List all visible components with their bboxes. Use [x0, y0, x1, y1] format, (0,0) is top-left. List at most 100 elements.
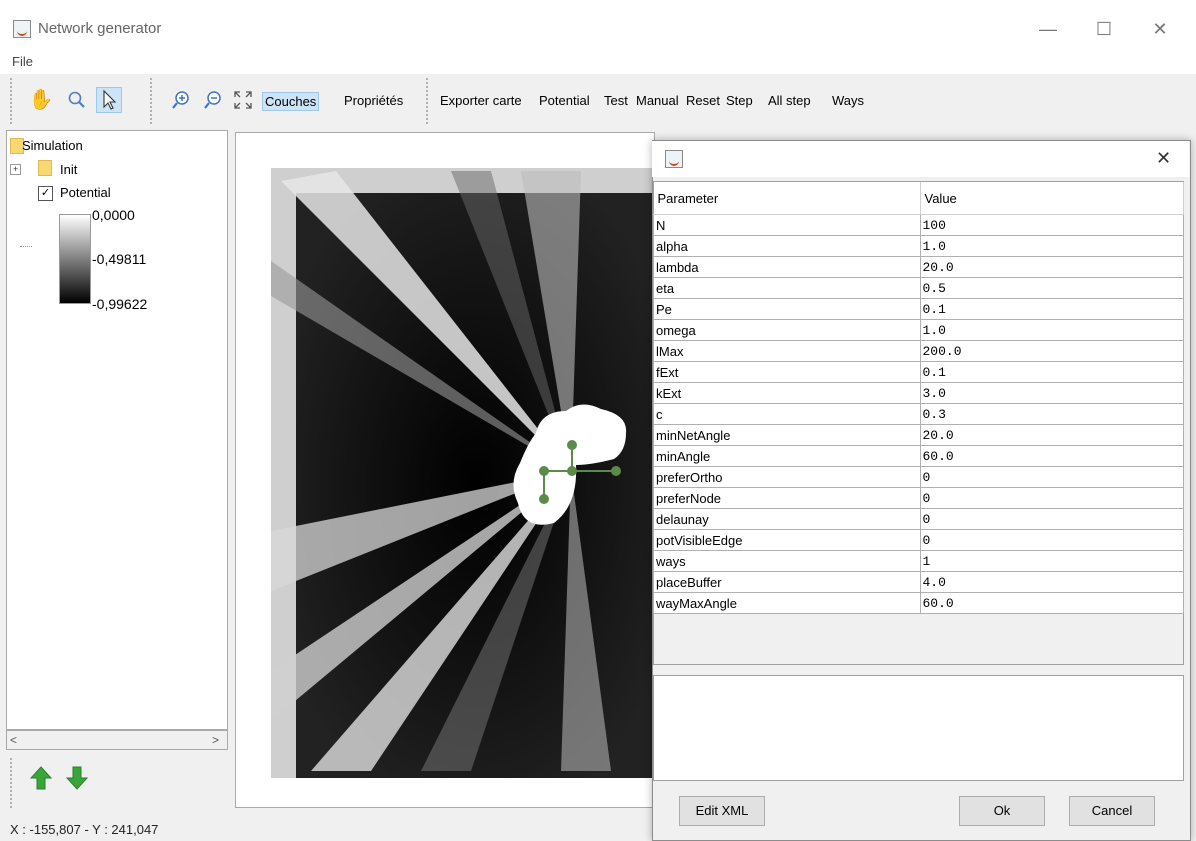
table-row[interactable]: ways 1	[653, 550, 1184, 572]
expand-icon[interactable]: +	[10, 164, 21, 175]
parameter-value-cell[interactable]: 0	[919, 529, 1184, 551]
parameter-name-cell[interactable]: lMax	[653, 340, 921, 362]
table-row[interactable]: lMax 200.0	[653, 340, 1184, 362]
table-row[interactable]: delaunay 0	[653, 508, 1184, 530]
toolbar-grip[interactable]	[150, 78, 156, 124]
column-header-value[interactable]: Value	[920, 182, 1184, 215]
table-row[interactable]: kExt 3.0	[653, 382, 1184, 404]
table-row[interactable]: alpha 1.0	[653, 235, 1184, 257]
zoom-in-icon[interactable]	[168, 87, 194, 113]
table-row[interactable]: N 100	[653, 214, 1184, 236]
table-row[interactable]: minAngle 60.0	[653, 445, 1184, 467]
manual-button[interactable]: Manual	[634, 92, 681, 109]
parameter-name-cell[interactable]: potVisibleEdge	[653, 529, 921, 551]
move-up-arrow-icon[interactable]	[29, 766, 53, 793]
toolbar-grip[interactable]	[10, 78, 16, 124]
parameter-name-cell[interactable]: minAngle	[653, 445, 921, 467]
parameter-name-cell[interactable]: wayMaxAngle	[653, 592, 921, 614]
panel-grip[interactable]	[10, 758, 16, 808]
parameter-value-cell[interactable]: 20.0	[919, 424, 1184, 446]
table-row[interactable]: preferNode 0	[653, 487, 1184, 509]
parameter-value-cell[interactable]: 3.0	[919, 382, 1184, 404]
parameter-value-cell[interactable]: 0.5	[919, 277, 1184, 299]
table-row[interactable]: minNetAngle 20.0	[653, 424, 1184, 446]
table-row[interactable]: potVisibleEdge 0	[653, 529, 1184, 551]
parameter-value-cell[interactable]: 1.0	[919, 319, 1184, 341]
parameter-value-cell[interactable]: 1	[919, 550, 1184, 572]
export-map-button[interactable]: Exporter carte	[438, 92, 524, 109]
close-icon[interactable]: ✕	[1148, 18, 1172, 40]
tree-node-potential[interactable]: Potential	[60, 185, 111, 200]
horizontal-scrollbar[interactable]	[6, 730, 228, 750]
tree-node-init[interactable]: Init	[60, 162, 77, 177]
parameter-name-cell[interactable]: lambda	[653, 256, 921, 278]
fit-extent-icon[interactable]	[230, 87, 256, 113]
parameter-name-cell[interactable]: placeBuffer	[653, 571, 921, 593]
parameter-value-cell[interactable]: 60.0	[919, 592, 1184, 614]
parameters-table[interactable]: Parameter Value N 100 alpha 1.0 lambda 20.0 et…	[653, 182, 1184, 614]
table-row[interactable]: Pe 0.1	[653, 298, 1184, 320]
all-step-button[interactable]: All step	[766, 92, 813, 109]
table-row[interactable]: eta 0.5	[653, 277, 1184, 299]
cancel-button[interactable]: Cancel	[1069, 796, 1155, 826]
parameter-name-cell[interactable]: Pe	[653, 298, 921, 320]
parameter-name-cell[interactable]: preferNode	[653, 487, 921, 509]
dialog-close-icon[interactable]: ✕	[1156, 148, 1171, 169]
parameter-value-cell[interactable]: 0.1	[919, 361, 1184, 383]
toolbar-grip[interactable]	[426, 78, 432, 124]
move-down-arrow-icon[interactable]	[65, 766, 89, 793]
step-button[interactable]: Step	[724, 92, 755, 109]
parameter-name-cell[interactable]: alpha	[653, 235, 921, 257]
parameter-name-cell[interactable]: kExt	[653, 382, 921, 404]
parameter-value-cell[interactable]: 0	[919, 508, 1184, 530]
layer-checkbox[interactable]: ✓	[38, 186, 53, 201]
table-row[interactable]: placeBuffer 4.0	[653, 571, 1184, 593]
parameter-value-cell[interactable]: 200.0	[919, 340, 1184, 362]
potential-button[interactable]: Potential	[537, 92, 592, 109]
proprietes-button[interactable]: Propriétés	[342, 92, 405, 109]
xml-text-area[interactable]	[653, 675, 1184, 781]
table-row[interactable]: preferOrtho 0	[653, 466, 1184, 488]
edit-xml-button[interactable]: Edit XML	[679, 796, 765, 826]
tree-node-simulation[interactable]: Simulation	[22, 138, 83, 153]
pan-hand-icon[interactable]: ✋	[28, 87, 54, 113]
ways-button[interactable]: Ways	[830, 92, 866, 109]
maximize-icon[interactable]: ☐	[1092, 18, 1116, 40]
parameter-name-cell[interactable]: c	[653, 403, 921, 425]
parameter-value-cell[interactable]: 100	[919, 214, 1184, 236]
parameter-name-cell[interactable]: delaunay	[653, 508, 921, 530]
parameter-value-cell[interactable]: 0.3	[919, 403, 1184, 425]
map-canvas[interactable]	[235, 132, 655, 808]
parameter-value-cell[interactable]: 0	[919, 466, 1184, 488]
minimize-icon[interactable]: —	[1036, 18, 1060, 40]
reset-button[interactable]: Reset	[684, 92, 722, 109]
table-row[interactable]: omega 1.0	[653, 319, 1184, 341]
parameter-name-cell[interactable]: omega	[653, 319, 921, 341]
parameter-name-cell[interactable]: ways	[653, 550, 921, 572]
menu-file[interactable]: File	[12, 54, 33, 69]
test-button[interactable]: Test	[602, 92, 630, 109]
zoom-lens-icon[interactable]	[64, 87, 90, 113]
parameter-value-cell[interactable]: 4.0	[919, 571, 1184, 593]
parameter-value-cell[interactable]: 0	[919, 487, 1184, 509]
parameter-name-cell[interactable]: N	[653, 214, 921, 236]
table-row[interactable]: fExt 0.1	[653, 361, 1184, 383]
parameter-name-cell[interactable]: preferOrtho	[653, 466, 921, 488]
zoom-out-icon[interactable]	[200, 87, 226, 113]
parameter-name-cell[interactable]: minNetAngle	[653, 424, 921, 446]
column-header-parameter[interactable]: Parameter	[653, 182, 921, 215]
table-row[interactable]: lambda 20.0	[653, 256, 1184, 278]
parameter-name-cell[interactable]: fExt	[653, 361, 921, 383]
parameter-value-cell[interactable]: 20.0	[919, 256, 1184, 278]
scroll-right-icon[interactable]: >	[212, 733, 219, 747]
table-row[interactable]: c 0.3	[653, 403, 1184, 425]
scroll-left-icon[interactable]: <	[10, 733, 17, 747]
ok-button[interactable]: Ok	[959, 796, 1045, 826]
parameter-value-cell[interactable]: 0.1	[919, 298, 1184, 320]
parameter-name-cell[interactable]: eta	[653, 277, 921, 299]
table-row[interactable]: wayMaxAngle 60.0	[653, 592, 1184, 614]
couches-button[interactable]: Couches	[262, 92, 320, 111]
select-arrow-icon[interactable]	[96, 87, 122, 113]
parameter-value-cell[interactable]: 1.0	[919, 235, 1184, 257]
parameter-value-cell[interactable]: 60.0	[919, 445, 1184, 467]
